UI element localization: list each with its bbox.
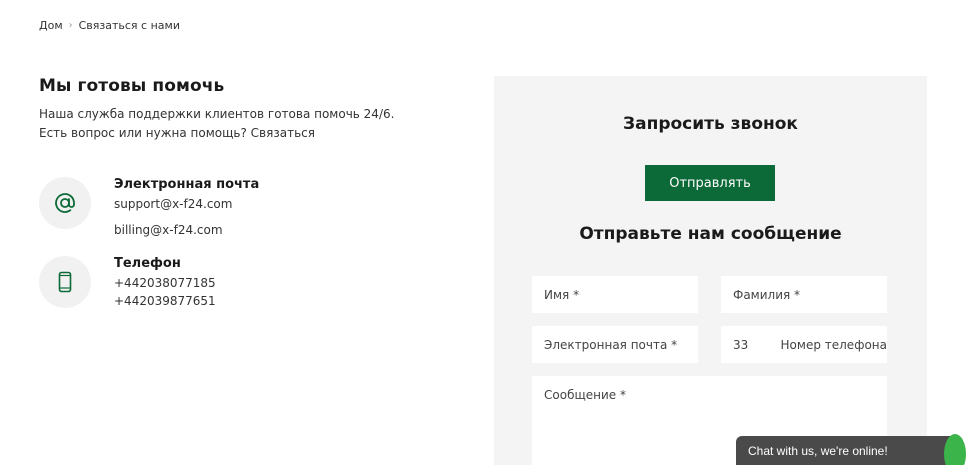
email-title: Электронная почта — [114, 177, 260, 192]
email-contact: Электронная почта support@x-f24.com bill… — [39, 177, 259, 239]
support-email-link[interactable]: support@x-f24.com — [114, 195, 259, 213]
phone-title: Телефон — [114, 256, 181, 271]
live-chat-button[interactable]: Chat with us, we're online! — [736, 436, 963, 465]
email-input[interactable]: Электронная почта * — [532, 326, 698, 363]
last-name-input[interactable]: Фамилия * — [721, 276, 887, 313]
phone-link-1[interactable]: +442038077185 — [114, 274, 216, 292]
callback-submit-button[interactable]: Отправлять — [645, 165, 775, 201]
at-icon — [39, 177, 91, 229]
breadcrumb-separator: › — [68, 20, 73, 31]
phone-contact: Телефон +442038077185 +442039877651 — [39, 256, 216, 310]
intro-line-2: Есть вопрос или нужна помощь? Связаться — [39, 126, 315, 140]
mobile-phone-icon — [39, 256, 91, 308]
chat-label: Chat with us, we're online! — [748, 443, 888, 458]
breadcrumb-current: Связаться с нами — [78, 19, 180, 32]
page-title: Мы готовы помочь — [39, 76, 225, 96]
intro-section: Мы готовы помочь Наша служба поддержки к… — [39, 76, 459, 143]
billing-email-link[interactable]: billing@x-f24.com — [114, 221, 259, 239]
callback-title: Запросить звонок — [623, 114, 798, 134]
phone-input[interactable]: 33 Номер телефона — [721, 326, 887, 363]
first-name-input[interactable]: Имя * — [532, 276, 698, 313]
phone-number-placeholder: Номер телефона — [780, 337, 887, 352]
intro-line-1: Наша служба поддержки клиентов готова по… — [39, 107, 395, 121]
contact-form-panel: Запросить звонок Отправлять Отправьте на… — [494, 76, 927, 465]
breadcrumb-home-link[interactable]: Дом — [39, 19, 63, 32]
message-form-title: Отправьте нам сообщение — [579, 224, 842, 244]
online-status-icon — [944, 434, 966, 465]
breadcrumb: Дом › Связаться с нами — [39, 19, 180, 32]
phone-link-2[interactable]: +442039877651 — [114, 292, 216, 310]
phone-country-code[interactable]: 33 — [733, 338, 781, 352]
